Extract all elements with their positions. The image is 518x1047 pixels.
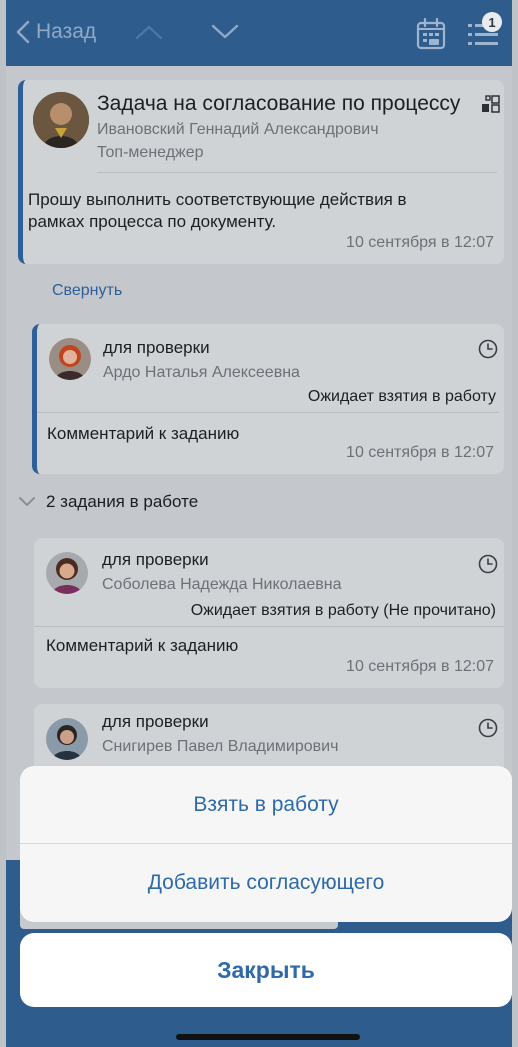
task-type: для проверки	[103, 338, 210, 357]
task-card[interactable]: для проверки Соболева Надежда Николаевна…	[34, 538, 504, 688]
screen: Назад 1 Задача на согласование по процес…	[6, 0, 512, 1047]
task-message-line-1: Прошу выполнить соответствующие действия…	[28, 190, 407, 209]
task-assignee: Соболева Надежда Николаевна	[102, 576, 342, 593]
clock-icon	[478, 339, 498, 359]
notification-badge: 1	[482, 12, 502, 32]
tasks-group-toggle[interactable]: 2 задания в работе	[18, 492, 198, 512]
home-indicator[interactable]	[176, 1034, 360, 1040]
task-comment: Комментарий к заданию	[46, 636, 239, 655]
avatar-photo-icon	[46, 718, 88, 760]
task-title: Задача на согласование по процессу	[97, 92, 461, 115]
avatar	[49, 338, 91, 380]
chevron-down-icon	[211, 24, 239, 39]
collapse-link[interactable]: Свернуть	[52, 282, 122, 300]
task-card[interactable]: для проверки Ардо Наталья Алексеевна Ожи…	[32, 324, 504, 474]
avatar	[33, 92, 89, 148]
task-type: для проверки	[102, 712, 209, 731]
task-status: Ожидает взятия в работу (Не прочитано)	[190, 602, 496, 619]
task-status: Ожидает взятия в работу	[307, 388, 496, 405]
task-type: для проверки	[102, 550, 209, 569]
tasks-list-button[interactable]: 1	[466, 12, 502, 55]
task-date: 10 сентября в 12:07	[346, 444, 494, 461]
process-scheme-icon[interactable]	[481, 94, 501, 114]
task-author-role: Топ-менеджер	[97, 144, 204, 161]
avatar-photo-icon	[49, 338, 91, 380]
avatar-photo-icon	[33, 92, 89, 148]
back-label: Назад	[36, 20, 97, 43]
action-sheet: Взять в работу Добавить согласующего	[20, 766, 512, 922]
avatar	[46, 552, 88, 594]
card-divider	[37, 412, 499, 413]
task-date: 10 сентября в 12:07	[346, 234, 494, 251]
take-to-work-button[interactable]: Взять в работу	[20, 766, 512, 844]
next-item-button[interactable]	[210, 22, 240, 47]
group-header-label: 2 задания в работе	[46, 492, 199, 511]
task-date: 10 сентября в 12:07	[346, 658, 494, 675]
main-task-card[interactable]: Задача на согласование по процессу Ивано…	[18, 80, 504, 264]
avatar	[46, 718, 88, 760]
back-button[interactable]: Назад	[16, 20, 96, 44]
calendar-button[interactable]	[416, 17, 446, 55]
task-author: Ивановский Геннадий Александрович	[97, 121, 379, 138]
card-divider	[97, 172, 497, 173]
task-assignee: Снигирев Павел Владимирович	[102, 738, 339, 755]
add-approver-button[interactable]: Добавить согласующего	[20, 844, 512, 922]
clock-icon	[478, 554, 498, 574]
avatar-photo-icon	[46, 552, 88, 594]
chevron-left-icon	[16, 20, 30, 44]
calendar-icon	[416, 17, 446, 50]
card-divider	[34, 626, 504, 627]
task-assignee: Ардо Наталья Алексеевна	[103, 364, 300, 381]
previous-item-button[interactable]	[134, 22, 164, 47]
chevron-down-icon	[19, 497, 35, 506]
close-button[interactable]: Закрыть	[20, 933, 512, 1007]
task-message-line-2: рамках процесса по документу.	[28, 212, 277, 231]
clock-icon	[478, 718, 498, 738]
navigation-bar: Назад 1	[6, 0, 512, 66]
task-comment: Комментарий к заданию	[47, 424, 240, 443]
chevron-up-icon	[135, 25, 163, 40]
